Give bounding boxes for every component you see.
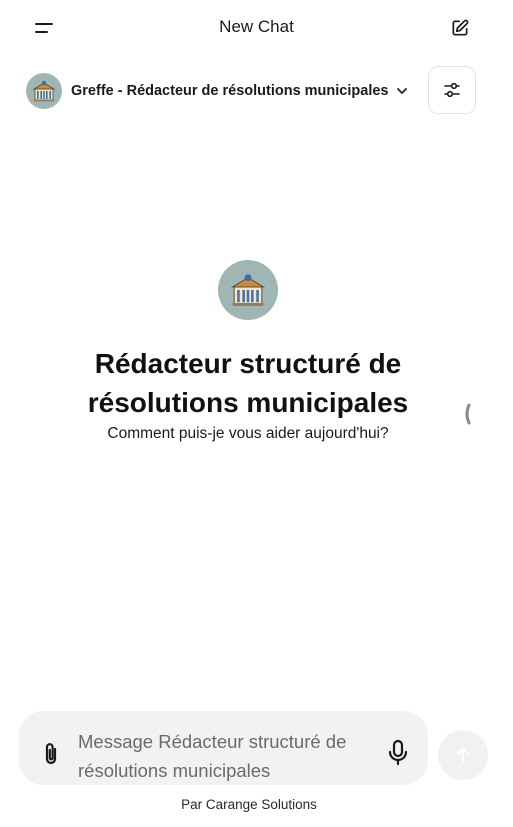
assistant-title: Rédacteur structuré de résolutions munic… (87, 348, 409, 418)
assistant-avatar (218, 260, 278, 320)
assistant-subtitle: Comment puis-je vous aider aujourd'hui? (107, 425, 389, 442)
attach-button[interactable] (39, 739, 63, 769)
city-hall-icon (32, 80, 56, 102)
city-hall-icon (230, 274, 266, 306)
model-name: Greffe - Rédacteur de résolutions munici… (71, 83, 389, 99)
sliders-icon (444, 82, 460, 98)
sidebar-handle[interactable] (460, 400, 474, 428)
arrow-up-icon (457, 748, 469, 762)
chat-page: New Chat Greffe - Rédacteur de résolutio… (0, 0, 513, 827)
model-avatar (26, 73, 62, 109)
chevron-down-icon (396, 87, 408, 95)
send-button[interactable] (438, 730, 488, 780)
model-selector[interactable]: Greffe - Rédacteur de résolutions munici… (26, 72, 408, 110)
microphone-icon (388, 739, 408, 766)
footer-credit: Par Carange Solutions (181, 797, 317, 812)
paperclip-icon (45, 743, 57, 765)
message-composer (19, 711, 428, 785)
page-title: New Chat (219, 17, 294, 36)
top-bar: New Chat (0, 0, 513, 56)
new-chat-button[interactable] (446, 14, 474, 42)
message-input[interactable] (78, 727, 378, 783)
microphone-button[interactable] (386, 738, 410, 768)
edit-icon (452, 19, 469, 36)
settings-button[interactable] (428, 66, 476, 114)
chevron-left-icon (465, 403, 471, 425)
